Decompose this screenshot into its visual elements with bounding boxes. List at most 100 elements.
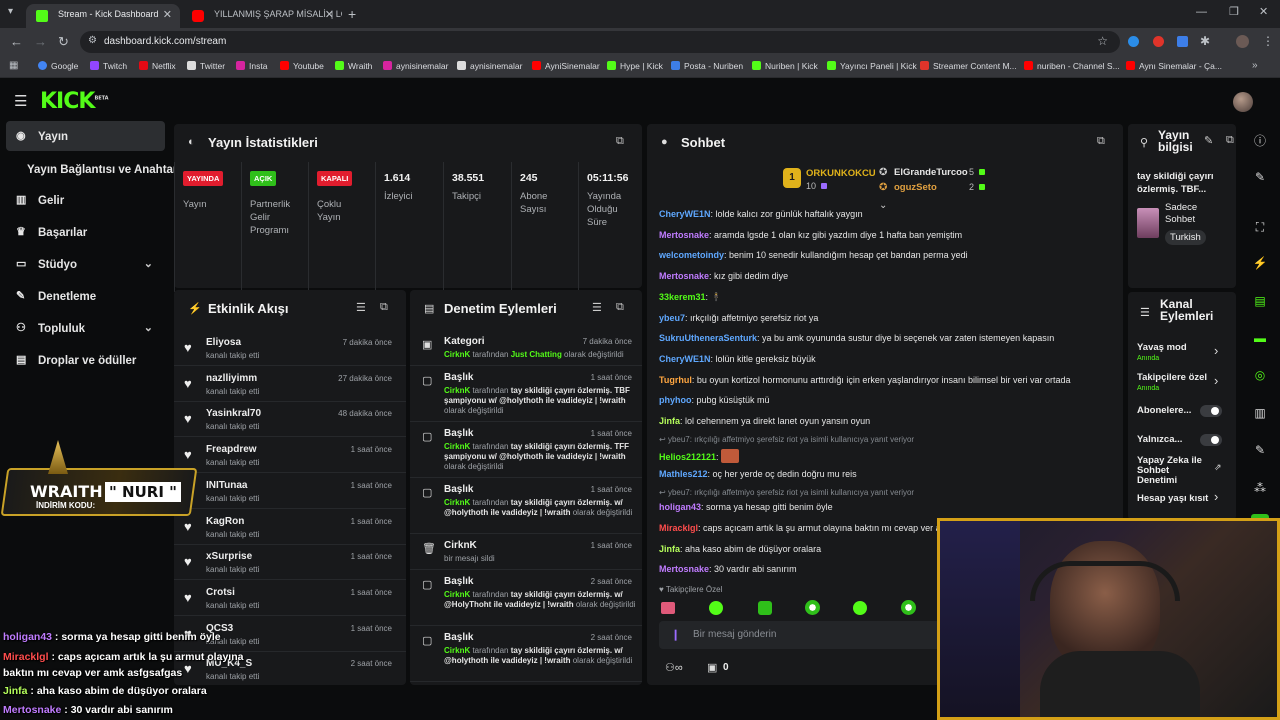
site-info-icon[interactable]: ⚙ xyxy=(88,35,97,46)
bookmark-twitch[interactable]: Twitch xyxy=(90,61,127,71)
sidebar-item-gelir[interactable]: ▥ Gelir xyxy=(6,185,165,215)
category-thumbnail[interactable] xyxy=(1137,208,1159,238)
follower-name[interactable]: nazlliyimm xyxy=(206,373,257,384)
emote-icon[interactable] xyxy=(901,600,916,615)
sidebar-item-yayin[interactable]: ◉ Yayın xyxy=(6,121,165,151)
back-icon[interactable]: ← xyxy=(10,34,23,49)
chat-username[interactable]: SukruUtheneraSenturk xyxy=(659,333,757,343)
reload-icon[interactable]: ↻ xyxy=(58,34,69,50)
leader-name[interactable]: ORKUNKOKCU xyxy=(806,168,876,179)
actor-name[interactable]: CirknK xyxy=(444,442,470,451)
user-avatar[interactable] xyxy=(1233,92,1253,112)
chat-username[interactable]: phyhoo xyxy=(659,395,692,405)
bookmark-ayni-sinemalar[interactable]: Aynı Sinemalar - Ça... xyxy=(1126,61,1222,71)
browser-menu-icon[interactable]: ⋮ xyxy=(1262,34,1274,48)
gift-icon[interactable]: ▣ xyxy=(707,661,717,674)
action-followers-only[interactable]: Takipçilere özel Anında › xyxy=(1128,370,1236,400)
archive-icon[interactable]: ▥ xyxy=(1251,404,1269,422)
chat-username[interactable]: Mathles212 xyxy=(659,469,708,479)
chat-username[interactable]: Mertosnake xyxy=(659,564,709,574)
close-tab-icon[interactable]: ✕ xyxy=(163,8,172,21)
actor-name[interactable]: CirknK xyxy=(444,350,470,359)
url-bar[interactable]: ⚙ dashboard.kick.com/stream ☆ xyxy=(80,31,1120,53)
action-ai-moderation[interactable]: Yapay Zeka ile Sohbet Denetimi ⇗ xyxy=(1128,456,1236,488)
chat-username[interactable]: Jinfa xyxy=(659,544,680,554)
chevron-down-icon[interactable]: ⌄ xyxy=(144,321,153,334)
close-tab-icon[interactable]: ✕ xyxy=(325,8,334,21)
actor-name[interactable]: CirknK xyxy=(444,590,470,599)
popout-icon[interactable]: ⧉ xyxy=(1226,134,1234,147)
popout-icon[interactable]: ⧉ xyxy=(1097,135,1105,148)
edit-icon[interactable]: ✎ xyxy=(1204,134,1213,147)
menu-hamburger-icon[interactable]: ☰ xyxy=(14,92,27,110)
chat-username[interactable]: holigan43 xyxy=(659,502,701,512)
filter-icon[interactable]: ☰ xyxy=(592,301,602,314)
popout-icon[interactable]: ⧉ xyxy=(616,301,624,314)
kick-logo[interactable]: KICKBETA xyxy=(40,89,109,114)
bookmark-yayinci-paneli[interactable]: Yayıncı Paneli | Kick xyxy=(827,61,917,71)
apps-grid-icon[interactable]: ▦ xyxy=(9,60,18,71)
actor-name[interactable]: CirknK xyxy=(444,646,470,655)
external-link-icon[interactable]: ⇗ xyxy=(1214,462,1222,473)
scan-icon[interactable]: ⛶ xyxy=(1251,218,1269,236)
chat-username[interactable]: welcometoindy xyxy=(659,250,724,260)
follower-name[interactable]: Crotsi xyxy=(206,587,235,598)
bookmark-netflix[interactable]: Netflix xyxy=(139,61,176,71)
browser-tab-kick[interactable]: Stream - Kick Dashboard ✕ xyxy=(26,4,180,28)
minimize-icon[interactable]: — xyxy=(1196,6,1207,18)
chevron-right-icon[interactable]: › xyxy=(1214,373,1218,388)
chat-username[interactable]: CheryWE1N xyxy=(659,354,711,364)
maximize-icon[interactable]: ❐ xyxy=(1229,5,1239,18)
action-only[interactable]: Yalnızca... xyxy=(1128,431,1236,455)
bookmark-channel-studio[interactable]: nuriben - Channel S... xyxy=(1024,61,1120,71)
follower-name[interactable]: Eliyosa xyxy=(206,337,241,348)
nodes-icon[interactable]: ⁂ xyxy=(1251,479,1269,497)
extension-icon[interactable] xyxy=(1177,36,1188,47)
bookmark-twitter[interactable]: Twitter xyxy=(187,61,225,71)
emote-icon[interactable] xyxy=(853,601,867,615)
info-icon[interactable]: ⓘ xyxy=(1251,132,1269,150)
follower-name[interactable]: xSurprise xyxy=(206,551,252,562)
emote-icon[interactable] xyxy=(805,600,820,615)
follower-name[interactable]: INITunaa xyxy=(206,480,247,491)
extension-icon[interactable] xyxy=(1153,36,1164,47)
bookmark-star-icon[interactable]: ☆ xyxy=(1097,34,1108,48)
action-account-age[interactable]: Hesap yaşı kısıt › xyxy=(1128,489,1236,512)
sidebar-item-basarilar[interactable]: ♛ Başarılar xyxy=(6,217,165,247)
popout-icon[interactable]: ⧉ xyxy=(616,135,624,148)
actor-name[interactable]: CirknK xyxy=(444,386,470,395)
bookmark-aynisinemalar-3[interactable]: AyniSinemalar xyxy=(532,61,600,71)
extensions-puzzle-icon[interactable]: ✱ xyxy=(1200,34,1210,48)
bookmark-youtube[interactable]: Youtube xyxy=(280,61,324,71)
only-toggle[interactable] xyxy=(1200,434,1222,446)
bookmark-insta[interactable]: Insta xyxy=(236,61,267,71)
actor-name[interactable]: CirknK xyxy=(444,498,470,507)
sidebar-item-studyo[interactable]: ▭ Stüdyo ⌄ xyxy=(6,249,165,279)
action-slow-mode[interactable]: Yavaş mod Anında › xyxy=(1128,340,1236,370)
leader-name[interactable]: oguzSeto xyxy=(894,182,937,193)
forward-icon[interactable]: → xyxy=(34,34,47,49)
document-icon[interactable]: ▤ xyxy=(1251,292,1269,310)
bookmark-streamer-content[interactable]: Streamer Content M... xyxy=(920,61,1017,71)
browser-tab-youtube[interactable]: YILLANMIŞ ŞARAP MİSALİ. | LO ✕ xyxy=(182,4,342,28)
edit-icon[interactable]: ✎ xyxy=(1251,168,1269,186)
follower-name[interactable]: KagRon xyxy=(206,516,244,527)
chat-username[interactable]: Helios212121 xyxy=(659,452,716,462)
chevron-right-icon[interactable]: › xyxy=(1214,343,1218,358)
follower-name[interactable]: Yasinkral70 xyxy=(206,408,261,419)
emote-icon[interactable] xyxy=(758,601,772,615)
sidebar-item-stream-key[interactable]: Yayın Bağlantısı ve Anahtarı xyxy=(6,154,181,184)
emote-icon[interactable] xyxy=(709,601,723,615)
chat-username[interactable]: Tugrhul xyxy=(659,375,692,385)
subscribers-toggle[interactable] xyxy=(1200,405,1222,417)
lightning-icon[interactable]: ⚡ xyxy=(1251,254,1269,272)
bookmark-aynisinemalar[interactable]: aynisinemalar xyxy=(383,61,448,71)
chat-username[interactable]: Mertosnake xyxy=(659,271,709,281)
sidebar-item-topluluk[interactable]: ⚇ Topluluk ⌄ xyxy=(6,313,165,343)
new-tab-icon[interactable]: + xyxy=(348,6,356,22)
bookmark-google[interactable]: Google xyxy=(38,61,78,71)
bookmark-wraith[interactable]: Wraith xyxy=(335,61,372,71)
bookmark-nuriben-kick[interactable]: Nuriben | Kick xyxy=(752,61,818,71)
popout-icon[interactable]: ⧉ xyxy=(380,301,388,314)
bookmarks-overflow-icon[interactable]: » xyxy=(1252,60,1258,71)
